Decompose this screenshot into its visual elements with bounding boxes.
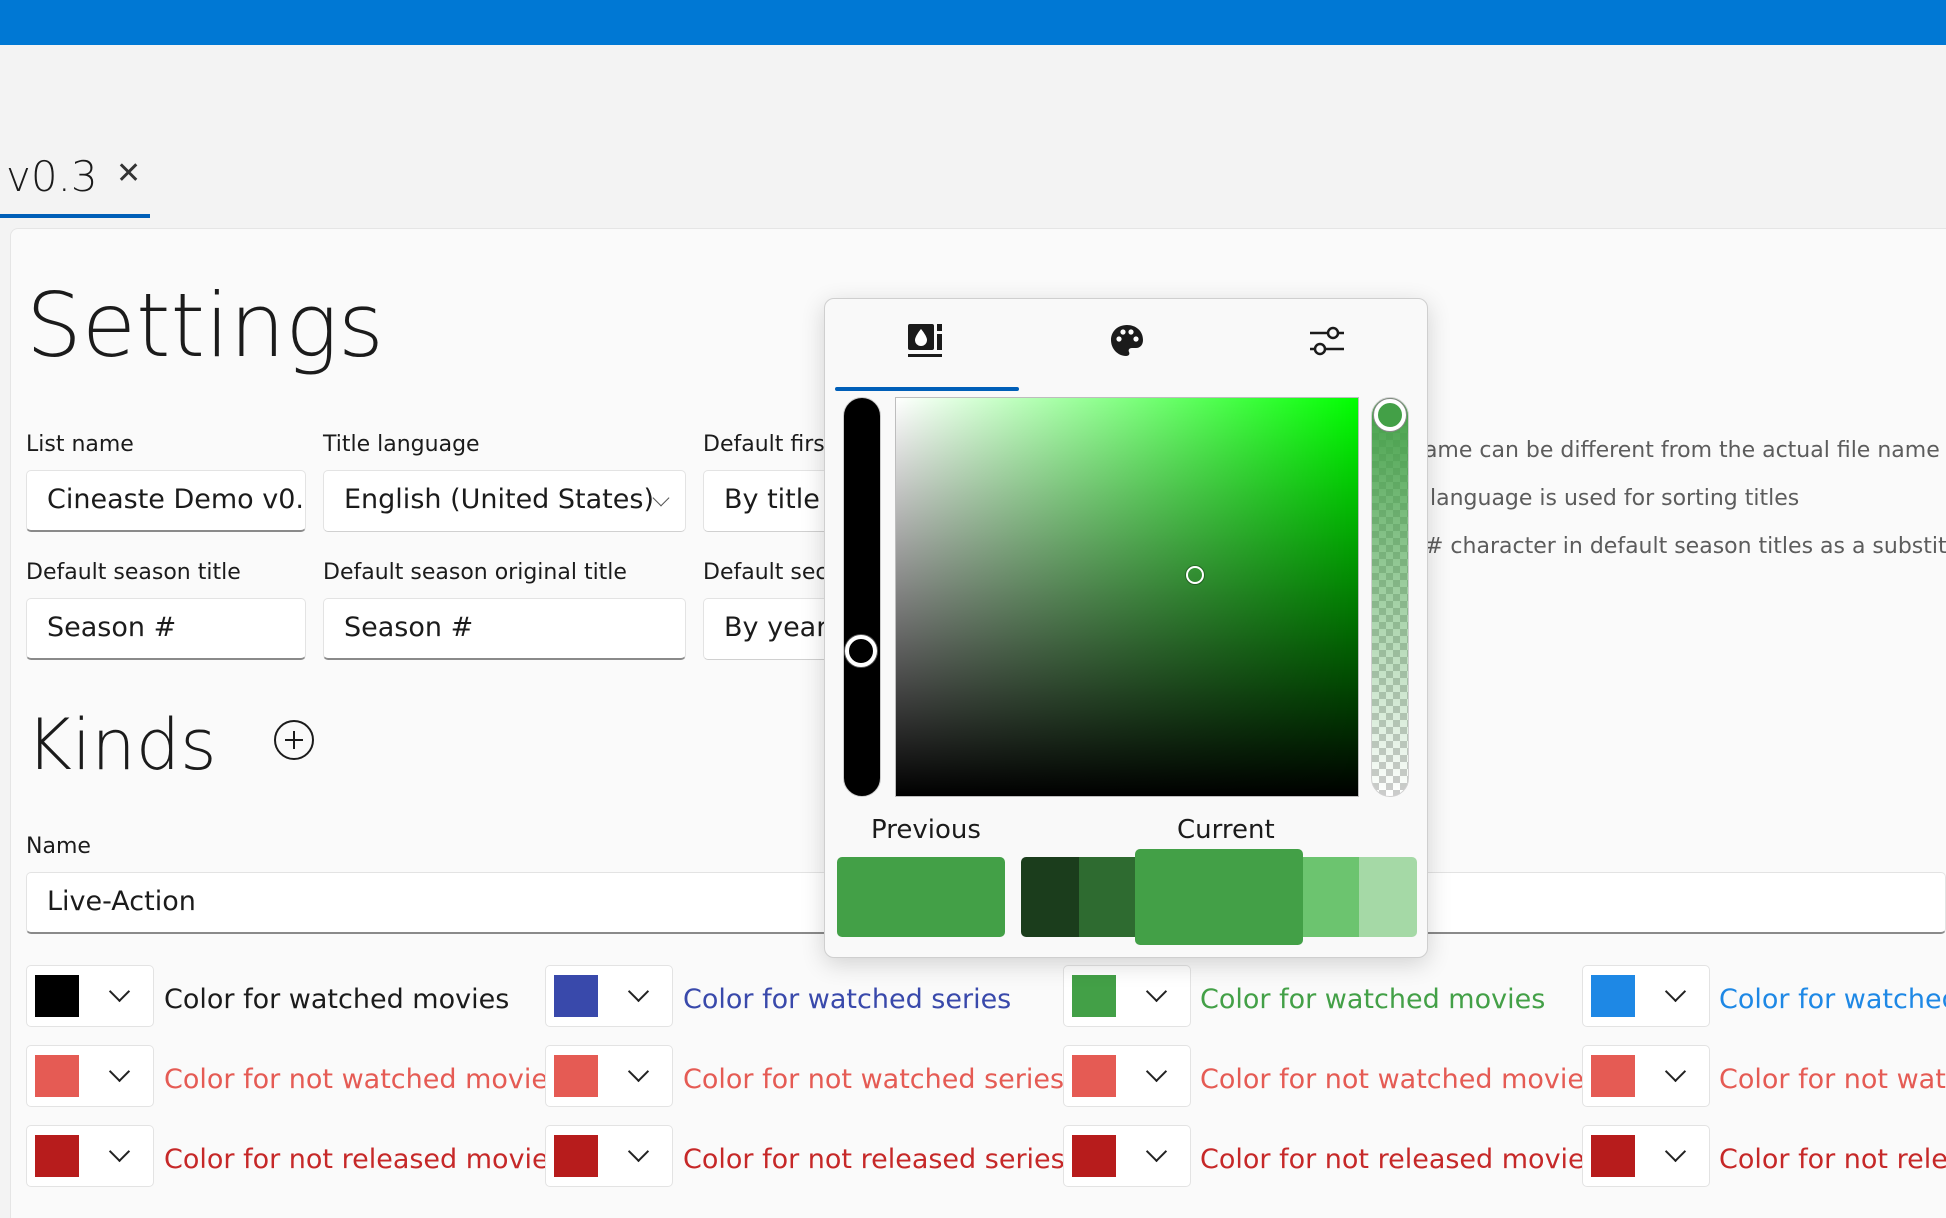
shade-lighter-1[interactable] xyxy=(1301,857,1359,937)
color-swatch xyxy=(35,975,79,1017)
sliders-icon[interactable] xyxy=(1307,321,1347,361)
default-season-title-label: Default season title xyxy=(26,560,241,585)
color-swatch xyxy=(1072,1055,1116,1097)
watched-series-color-label: Color for watched series xyxy=(683,984,1012,1015)
previous-color-swatch[interactable] xyxy=(837,857,1005,937)
color-swatch xyxy=(35,1055,79,1097)
default-season-original-title-label: Default season original title xyxy=(323,560,627,585)
chevron-down-icon xyxy=(1145,980,1168,1003)
color-swatch xyxy=(1072,1135,1116,1177)
watched-movies-color-picker-2[interactable] xyxy=(1063,965,1191,1027)
chevron-down-icon xyxy=(1664,1140,1687,1163)
watched-series-color-picker[interactable] xyxy=(545,965,673,1027)
default-season-title-input[interactable]: Season # xyxy=(26,598,306,660)
chevron-down-icon xyxy=(1664,1060,1687,1083)
default-second-label: Default secc xyxy=(703,560,840,585)
color-swatch xyxy=(1591,975,1635,1017)
tab-label: v0.3 xyxy=(6,152,98,201)
tab-selection-indicator xyxy=(835,387,1019,391)
chevron-down-icon xyxy=(108,1140,131,1163)
title-language-value: English (United States) xyxy=(344,484,654,515)
chevron-down-icon xyxy=(1145,1060,1168,1083)
not-released-color-label-4: Color for not relea xyxy=(1719,1144,1946,1175)
not-watched-series-color-label: Color for not watched series xyxy=(683,1064,1065,1095)
value-slider-thumb[interactable] xyxy=(845,635,877,667)
tab-selection-indicator xyxy=(0,214,150,218)
default-second-dropdown[interactable]: By year xyxy=(703,598,843,660)
list-name-description: name can be different from the actual fi… xyxy=(1410,438,1940,463)
not-released-movies-color-label: Color for not released movies xyxy=(164,1144,563,1175)
spectrum-handle[interactable] xyxy=(1186,566,1204,584)
watched-movies-color-label: Color for watched movies xyxy=(164,984,510,1015)
color-picker-flyout: Previous Current xyxy=(824,298,1428,958)
not-released-color-picker-4[interactable] xyxy=(1582,1125,1710,1187)
shade-lighter-2[interactable] xyxy=(1359,857,1417,937)
current-color-swatch xyxy=(1135,849,1303,945)
close-icon[interactable]: ✕ xyxy=(116,156,141,191)
not-watched-color-picker-4[interactable] xyxy=(1582,1045,1710,1107)
color-swatch xyxy=(1591,1135,1635,1177)
not-watched-series-color-picker[interactable] xyxy=(545,1045,673,1107)
shade-darker-2[interactable] xyxy=(1021,857,1079,937)
title-bar xyxy=(0,0,1946,45)
not-watched-movies-color-picker-2[interactable] xyxy=(1063,1045,1191,1107)
title-language-description: language is used for sorting titles xyxy=(1430,486,1800,511)
title-language-label: Title language xyxy=(323,432,480,457)
watched-color-picker-4[interactable] xyxy=(1582,965,1710,1027)
not-released-series-color-picker[interactable] xyxy=(545,1125,673,1187)
color-swatch xyxy=(554,1135,598,1177)
chevron-down-icon xyxy=(627,1140,650,1163)
shade-darker-1[interactable] xyxy=(1079,857,1137,937)
title-language-dropdown[interactable]: English (United States) xyxy=(323,470,686,532)
previous-label: Previous xyxy=(871,815,981,845)
not-released-series-color-label: Color for not released series xyxy=(683,1144,1065,1175)
default-season-original-title-input[interactable]: Season # xyxy=(323,598,686,660)
not-watched-movies-color-label: Color for not watched movies xyxy=(164,1064,563,1095)
color-spectrum[interactable] xyxy=(895,397,1359,797)
color-swatch xyxy=(1072,975,1116,1017)
list-name-input[interactable]: Cineaste Demo v0.3 xyxy=(26,470,306,532)
not-released-movies-color-picker-2[interactable] xyxy=(1063,1125,1191,1187)
color-swatch xyxy=(554,1055,598,1097)
spectrum-tab-icon[interactable] xyxy=(905,321,945,361)
watched-movies-color-picker[interactable] xyxy=(26,965,154,1027)
palette-icon[interactable] xyxy=(1107,321,1147,361)
default-first-label: Default first xyxy=(703,432,834,457)
color-swatch xyxy=(1591,1055,1635,1097)
chevron-down-icon xyxy=(1664,980,1687,1003)
chevron-down-icon xyxy=(108,980,131,1003)
current-label: Current xyxy=(1177,815,1275,845)
watched-color-label-4: Color for watched xyxy=(1719,984,1946,1015)
add-kind-icon[interactable] xyxy=(274,720,314,760)
chevron-down-icon xyxy=(627,980,650,1003)
kinds-heading: Kinds xyxy=(26,704,217,786)
chevron-down-icon xyxy=(1145,1140,1168,1163)
alpha-slider-thumb[interactable] xyxy=(1374,399,1406,431)
chevron-down-icon xyxy=(652,489,670,507)
color-swatch xyxy=(554,975,598,1017)
color-swatch xyxy=(35,1135,79,1177)
chevron-down-icon xyxy=(627,1060,650,1083)
not-released-movies-color-label-2: Color for not released movies xyxy=(1200,1144,1599,1175)
alpha-slider[interactable] xyxy=(1371,397,1409,797)
page-title: Settings xyxy=(26,274,384,377)
default-first-dropdown[interactable]: By title xyxy=(703,470,843,532)
chevron-down-icon xyxy=(108,1060,131,1083)
not-watched-movies-color-label-2: Color for not watched movies xyxy=(1200,1064,1599,1095)
not-watched-color-label-4: Color for not watc xyxy=(1719,1064,1946,1095)
value-slider[interactable] xyxy=(843,397,881,797)
not-watched-movies-color-picker[interactable] xyxy=(26,1045,154,1107)
not-released-movies-color-picker[interactable] xyxy=(26,1125,154,1187)
list-name-label: List name xyxy=(26,432,134,457)
season-title-description: # character in default season titles as … xyxy=(1425,534,1946,559)
watched-movies-color-label-2: Color for watched movies xyxy=(1200,984,1546,1015)
kind-name-label: Name xyxy=(26,834,91,859)
